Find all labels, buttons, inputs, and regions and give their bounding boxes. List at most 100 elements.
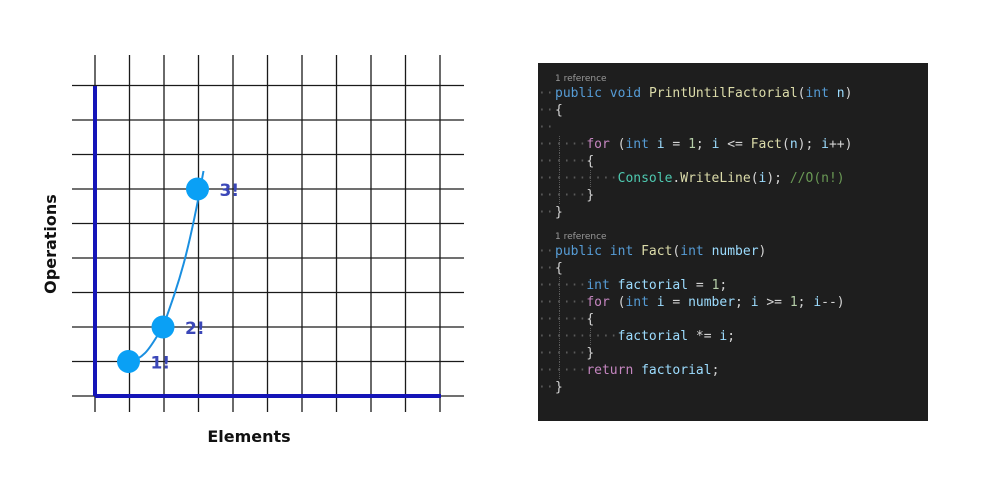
code-token: factorial <box>641 363 712 378</box>
code-line: ··{ <box>538 103 563 118</box>
code-token: 1 <box>789 295 798 310</box>
code-line: ······{ <box>538 311 595 328</box>
code-token: int <box>805 86 829 101</box>
code-panel: 1 reference ··public void PrintUntilFacto… <box>538 63 928 421</box>
code-token: ( <box>750 171 759 186</box>
code-token: ( <box>609 295 626 310</box>
code-token: --) <box>821 295 845 310</box>
code-token: *= <box>688 329 720 344</box>
data-point-label: 3! <box>220 181 240 201</box>
code-token: <= <box>719 137 751 152</box>
code-token: n <box>836 86 845 101</box>
code-token: ; <box>727 329 736 344</box>
code-token: ( <box>609 137 626 152</box>
code-token: ; <box>711 363 720 378</box>
indent-guide <box>559 136 560 153</box>
code-token: ; <box>735 295 751 310</box>
code-token: } <box>555 380 563 395</box>
code-token: public <box>555 86 602 101</box>
code-token: int <box>609 244 634 259</box>
data-points: 1! 2! 3! <box>117 177 240 374</box>
code-token: //O(n!) <box>789 171 845 186</box>
code-token: = <box>664 137 689 152</box>
code-line: ·· <box>538 120 554 135</box>
code-token: ; <box>719 278 728 293</box>
complexity-graph: 1! 2! 3! Elements Operations <box>41 55 464 446</box>
code-token: ); <box>766 171 790 186</box>
indent-guide <box>559 170 560 187</box>
indent-guide <box>559 277 560 294</box>
data-point <box>117 350 140 373</box>
code-token: PrintUntilFactorial <box>648 86 798 101</box>
indent-guide <box>559 345 560 362</box>
code-token: Fact <box>641 244 673 259</box>
code-token: public <box>555 244 602 259</box>
indent-guide <box>559 153 560 170</box>
code-line: ······ for (int i = number; i >= 1; i--) <box>538 294 845 311</box>
code-token: factorial <box>617 278 689 293</box>
indent-guide <box>559 187 560 204</box>
code-token: Fact <box>750 137 783 152</box>
code-token: ++) <box>828 137 853 152</box>
code-token: { <box>586 154 595 169</box>
code-line: ······ for (int i = 1; i <= Fact(n); i++) <box>538 136 853 153</box>
code-token: number <box>688 295 736 310</box>
code-line: ··public void PrintUntilFactorial(int n) <box>538 86 853 101</box>
indent-guide <box>559 294 560 311</box>
code-token: { <box>586 312 595 327</box>
y-axis-title: Operations <box>41 194 60 294</box>
code-line: ······ int factorial = 1; <box>538 277 728 294</box>
code-line: ·········· Console.WriteLine(i); //O(n!) <box>538 170 845 187</box>
code-token: int <box>625 137 649 152</box>
code-token: = <box>688 278 712 293</box>
indent-guide <box>590 328 592 345</box>
code-line: ··public int Fact(int number) <box>538 244 767 259</box>
reference-label[interactable]: 1 reference <box>555 232 607 242</box>
code-token: void <box>609 86 642 101</box>
code-token: ); <box>797 137 822 152</box>
code-token: } <box>555 205 563 220</box>
code-token: ) <box>758 244 767 259</box>
data-point-label: 2! <box>185 319 205 339</box>
indent-guide <box>590 170 592 187</box>
code-token: number <box>711 244 759 259</box>
data-point <box>151 315 175 339</box>
code-token: 1 <box>688 137 696 152</box>
code-token: ( <box>782 137 790 152</box>
code-token: { <box>555 261 563 276</box>
code-token: = <box>664 295 689 310</box>
x-axis-title: Elements <box>207 427 290 446</box>
indent-guide <box>559 311 560 328</box>
code-token: factorial <box>617 329 689 344</box>
code-line: ······ return factorial; <box>538 362 720 379</box>
code-token: int <box>680 244 704 259</box>
code-token: n <box>789 137 798 152</box>
code-token: ) <box>844 86 853 101</box>
code-token: Console <box>617 171 673 186</box>
reference-codelens: 1 reference <box>538 73 928 85</box>
code-token: for <box>586 137 610 152</box>
code-token: i <box>813 295 822 310</box>
code-line: ··} <box>538 205 563 220</box>
reference-label[interactable]: 1 reference <box>555 74 607 84</box>
indent-guide <box>559 328 560 345</box>
code-token: i <box>656 295 665 310</box>
code-line: ··{ <box>538 261 563 276</box>
code-token: for <box>586 295 610 310</box>
code-line: ·········· factorial *= i; <box>538 328 736 345</box>
data-point <box>186 177 209 201</box>
code-token: int <box>625 295 649 310</box>
code-token: ; <box>797 295 814 310</box>
code-token: >= <box>758 295 790 310</box>
reference-codelens: 1 reference <box>538 231 928 243</box>
